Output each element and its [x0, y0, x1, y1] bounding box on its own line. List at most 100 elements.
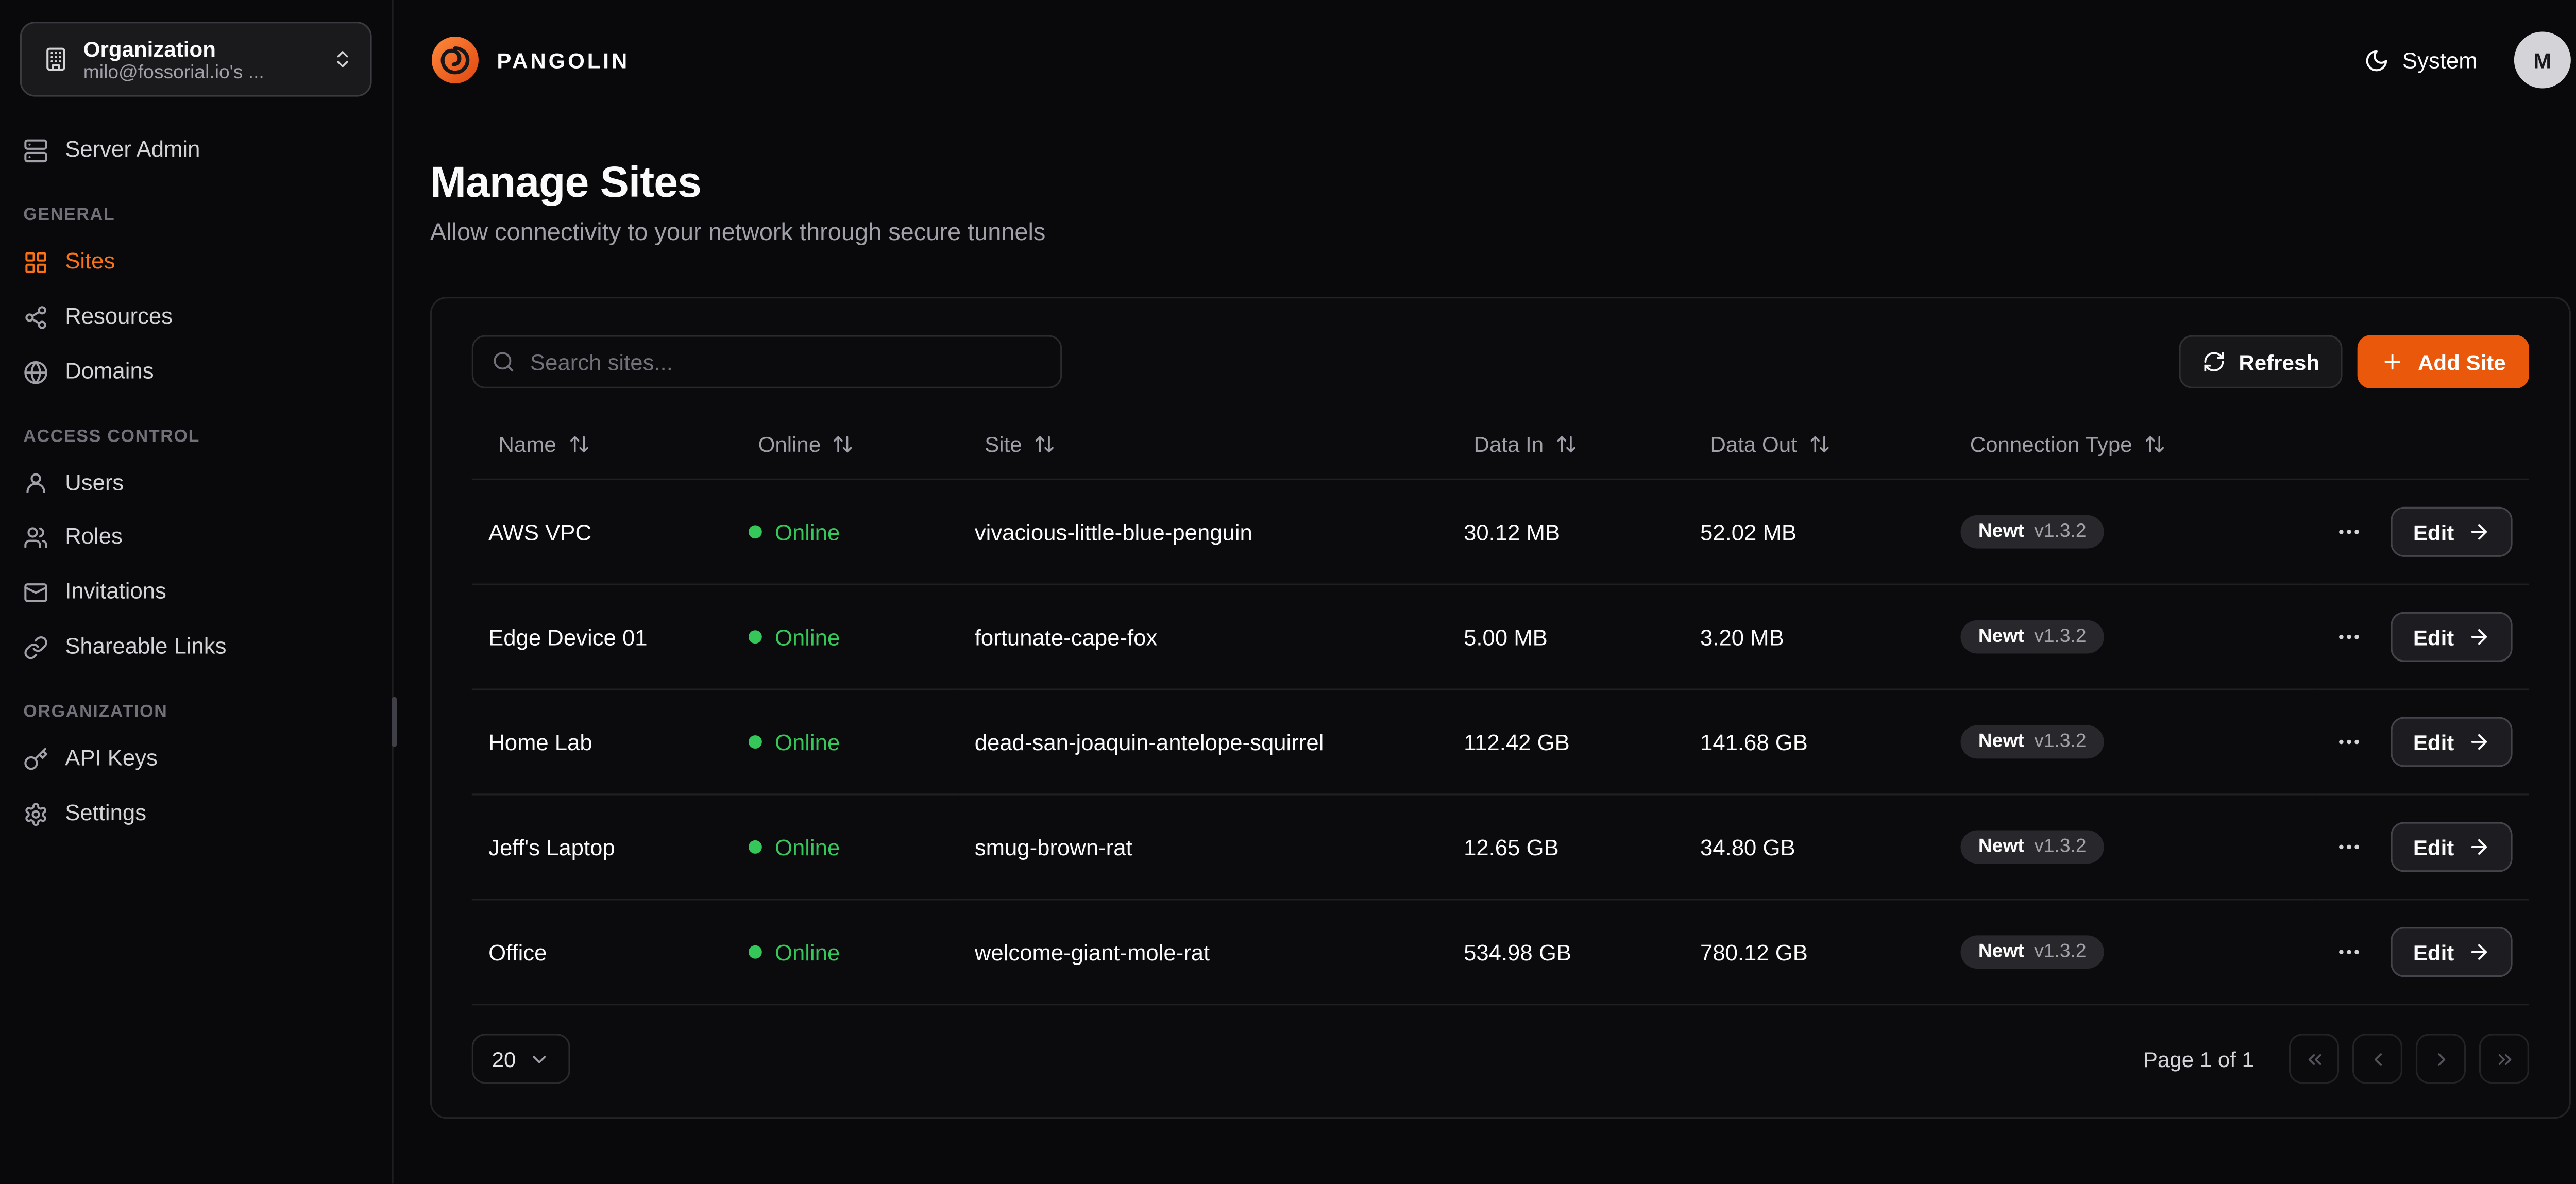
status-label: Online — [775, 520, 840, 545]
connection-type-badge: Newtv1.3.2 — [1960, 620, 2105, 654]
share-icon — [23, 305, 48, 330]
plus-icon — [2381, 350, 2404, 374]
org-text: Organization milo@fossorial.io's ... — [83, 35, 317, 84]
arrow-right-icon — [2467, 520, 2490, 544]
edit-label: Edit — [2413, 939, 2454, 965]
sidebar-item-label: Resources — [65, 303, 173, 331]
column-header-site[interactable]: Site — [958, 412, 1447, 479]
sidebar-item-users[interactable]: Users — [0, 456, 392, 511]
table-row: Home Lab Online dead-san-joaquin-antelop… — [472, 689, 2529, 794]
connection-type-badge: Newtv1.3.2 — [1960, 831, 2105, 864]
edit-label: Edit — [2413, 624, 2454, 650]
status-badge: Online — [748, 730, 840, 755]
online-dot-icon — [748, 841, 761, 854]
gear-icon — [23, 802, 48, 827]
edit-button[interactable]: Edit — [2392, 822, 2513, 872]
sidebar-item-label: Settings — [65, 800, 146, 828]
status-label: Online — [775, 730, 840, 755]
connection-type-badge: Newtv1.3.2 — [1960, 935, 2105, 969]
column-label: Site — [985, 432, 1022, 457]
toolbar-actions: Refresh Add Site — [2179, 335, 2529, 388]
sidebar-scrollbar[interactable] — [392, 697, 397, 747]
sidebar-item-label: Sites — [65, 248, 115, 277]
edit-label: Edit — [2413, 519, 2454, 545]
sidebar-item-label: Shareable Links — [65, 634, 226, 662]
nav-section-organization: ORGANIZATION — [0, 675, 392, 732]
theme-toggle[interactable]: System — [2364, 47, 2478, 73]
building-icon — [43, 47, 69, 72]
sidebar-item-sites[interactable]: Sites — [0, 235, 392, 290]
row-menu-button[interactable] — [2333, 831, 2367, 864]
brand: PANGOLIN — [430, 35, 630, 85]
row-menu-button[interactable] — [2333, 515, 2367, 549]
page-size-select[interactable]: 20 — [472, 1034, 571, 1084]
org-label: Organization — [83, 35, 317, 64]
sidebar-item-shareable-links[interactable]: Shareable Links — [0, 620, 392, 675]
edit-button[interactable]: Edit — [2392, 507, 2513, 557]
sites-table: Name Online Site Data In Data Out Connec… — [472, 412, 2529, 1005]
data-in-value: 112.42 GB — [1447, 689, 1684, 794]
first-page-button[interactable] — [2289, 1034, 2339, 1084]
site-slug: vivacious-little-blue-penguin — [958, 479, 1447, 584]
sidebar-item-domains[interactable]: Domains — [0, 345, 392, 399]
edit-button[interactable]: Edit — [2392, 717, 2513, 767]
sort-icon — [1033, 433, 1055, 455]
column-label: Data In — [1473, 432, 1544, 457]
sidebar-item-server-admin[interactable]: Server Admin — [0, 123, 392, 178]
last-page-button[interactable] — [2479, 1034, 2529, 1084]
column-header-connection-type[interactable]: Connection Type — [1943, 412, 2316, 479]
chevrons-up-down-icon — [332, 48, 353, 70]
data-out-value: 34.80 GB — [1684, 794, 1943, 900]
org-selector[interactable]: Organization milo@fossorial.io's ... — [20, 22, 372, 97]
next-page-button[interactable] — [2416, 1034, 2466, 1084]
edit-button[interactable]: Edit — [2392, 612, 2513, 662]
data-out-value: 52.02 MB — [1684, 479, 1943, 584]
edit-button[interactable]: Edit — [2392, 927, 2513, 977]
status-label: Online — [775, 940, 840, 965]
chevrons-right-icon — [2493, 1048, 2515, 1070]
brand-name: PANGOLIN — [497, 47, 630, 73]
sort-icon — [568, 433, 589, 455]
sort-icon — [1555, 433, 1577, 455]
refresh-icon — [2202, 350, 2225, 374]
sidebar-item-roles[interactable]: Roles — [0, 511, 392, 565]
column-header-actions — [2316, 412, 2529, 479]
search-box[interactable] — [472, 335, 1062, 388]
column-header-data-in[interactable]: Data In — [1447, 412, 1684, 479]
users-icon — [23, 526, 48, 551]
column-header-data-out[interactable]: Data Out — [1684, 412, 1943, 479]
site-slug: dead-san-joaquin-antelope-squirrel — [958, 689, 1447, 794]
sidebar-item-invitations[interactable]: Invitations — [0, 566, 392, 620]
pagination: Page 1 of 1 — [2143, 1034, 2529, 1084]
edit-label: Edit — [2413, 835, 2454, 860]
column-header-online[interactable]: Online — [732, 412, 958, 479]
refresh-button[interactable]: Refresh — [2179, 335, 2343, 388]
prev-page-button[interactable] — [2352, 1034, 2402, 1084]
moon-icon — [2364, 47, 2389, 73]
org-name: milo@fossorial.io's ... — [83, 64, 317, 84]
sidebar-item-settings[interactable]: Settings — [0, 787, 392, 841]
sidebar-item-api-keys[interactable]: API Keys — [0, 732, 392, 787]
column-label: Connection Type — [1970, 432, 2132, 457]
row-menu-button[interactable] — [2333, 725, 2367, 759]
client-version: v1.3.2 — [2034, 627, 2086, 647]
sidebar-item-resources[interactable]: Resources — [0, 290, 392, 344]
data-in-value: 30.12 MB — [1447, 479, 1684, 584]
online-dot-icon — [748, 526, 761, 539]
table-row: Jeff's Laptop Online smug-brown-rat 12.6… — [472, 794, 2529, 900]
status-badge: Online — [748, 835, 840, 860]
avatar[interactable]: M — [2514, 31, 2571, 88]
nav-section-general: GENERAL — [0, 178, 392, 235]
add-site-button[interactable]: Add Site — [2358, 335, 2529, 388]
row-menu-button[interactable] — [2333, 620, 2367, 654]
column-header-name[interactable]: Name — [472, 412, 732, 479]
app-root: Organization milo@fossorial.io's ... Ser… — [0, 0, 2576, 1184]
search-input[interactable] — [530, 349, 1042, 375]
sidebar-item-label: Server Admin — [65, 137, 200, 165]
client-name: Newt — [1978, 837, 2024, 857]
table-row: Office Online welcome-giant-mole-rat 534… — [472, 900, 2529, 1005]
mail-icon — [23, 581, 48, 606]
row-menu-button[interactable] — [2333, 935, 2367, 969]
status-badge: Online — [748, 625, 840, 650]
status-label: Online — [775, 625, 840, 650]
